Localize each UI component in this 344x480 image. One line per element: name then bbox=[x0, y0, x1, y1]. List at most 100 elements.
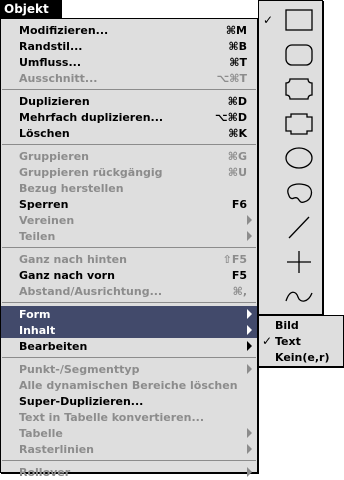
menu-item-rasterlinien: Rasterlinien bbox=[1, 441, 257, 457]
menu-item-label: Gruppieren rückgängig bbox=[19, 165, 163, 179]
menu-item-gruppieren: Gruppieren ⌘G bbox=[1, 148, 257, 164]
menu-item-form[interactable]: Form bbox=[1, 306, 257, 322]
menu-separator bbox=[2, 357, 256, 358]
shape-concave-rectangle[interactable] bbox=[259, 72, 322, 106]
form-shape-palette: ✓ bbox=[258, 0, 323, 315]
menu-item-sperren[interactable]: Sperren F6 bbox=[1, 196, 257, 212]
menu-item-abstand-ausrichtung: Abstand/Ausrichtung... ⌘, bbox=[1, 283, 257, 299]
menu-item-shortcut: ⌥⌘D bbox=[214, 110, 247, 124]
menu-item-shortcut: ⌥⌘T bbox=[216, 71, 247, 85]
menu-item-label: Alle dynamischen Bereiche löschen bbox=[19, 378, 238, 392]
objekt-menu: Modifizieren... ⌘M Randstil... ⌘B Umfluss...… bbox=[0, 18, 258, 479]
menu-item-label: Abstand/Ausrichtung... bbox=[19, 284, 163, 298]
menu-item-label: Inhalt bbox=[19, 323, 56, 337]
menu-item-label: Rasterlinien bbox=[19, 442, 95, 456]
submenu-arrow-icon bbox=[247, 467, 252, 477]
submenu-arrow-icon bbox=[247, 428, 252, 438]
menu-item-randstil[interactable]: Randstil... ⌘B bbox=[1, 38, 257, 54]
menu-item-ganz-nach-vorn[interactable]: Ganz nach vorn F5 bbox=[1, 267, 257, 283]
shape-bezier-line[interactable] bbox=[259, 279, 322, 313]
menu-item-mehrfach-duplizieren[interactable]: Mehrfach duplizieren... ⌥⌘D bbox=[1, 109, 257, 125]
menu-item-label: Randstil... bbox=[19, 39, 83, 53]
menu-item-super-duplizieren[interactable]: Super-Duplizieren... bbox=[1, 393, 257, 409]
menu-item-alle-dynamischen-bereiche-loeschen: Alle dynamischen Bereiche löschen bbox=[1, 377, 257, 393]
menu-item-loeschen[interactable]: Löschen ⌘K bbox=[1, 125, 257, 141]
shape-orthogonal-line[interactable] bbox=[259, 245, 322, 279]
menu-item-label: Text in Tabelle konvertieren... bbox=[19, 410, 204, 424]
menu-item-label: Modifizieren... bbox=[19, 23, 109, 37]
menu-item-punkt-segmenttyp: Punkt-/Segmenttyp bbox=[1, 361, 257, 377]
menu-item-shortcut: ⌘K bbox=[228, 126, 247, 140]
submenu-arrow-icon bbox=[247, 364, 252, 374]
shape-rounded-rectangle[interactable] bbox=[259, 38, 322, 72]
menu-item-label: Gruppieren bbox=[19, 149, 89, 163]
submenu-arrow-icon bbox=[247, 341, 252, 351]
menu-item-label: Ganz nach hinten bbox=[19, 252, 127, 266]
menu-item-label: Sperren bbox=[19, 197, 69, 211]
submenu-arrow-icon bbox=[247, 215, 252, 225]
shape-oval[interactable] bbox=[259, 141, 322, 175]
menu-item-label: Ganz nach vorn bbox=[19, 268, 115, 282]
menu-item-ganz-nach-hinten: Ganz nach hinten ⇧F5 bbox=[1, 251, 257, 267]
menu-title-objekt[interactable]: Objekt bbox=[0, 0, 62, 18]
submenu-arrow-icon bbox=[247, 309, 252, 319]
menu-item-label: Vereinen bbox=[19, 213, 75, 227]
shape-rectangle[interactable]: ✓ bbox=[259, 3, 322, 37]
menu-item-umfluss[interactable]: Umfluss... ⌘T bbox=[1, 54, 257, 70]
oval-icon bbox=[280, 143, 318, 173]
shape-freehand-shape[interactable] bbox=[259, 176, 322, 210]
menu-item-label: Duplizieren bbox=[19, 94, 90, 108]
menu-title-label: Objekt bbox=[4, 2, 49, 16]
beveled-rectangle-icon bbox=[280, 109, 318, 139]
menu-item-label: Bearbeiten bbox=[19, 339, 88, 353]
menu-item-inhalt[interactable]: Inhalt bbox=[1, 322, 257, 338]
shape-line[interactable] bbox=[259, 210, 322, 244]
freehand-shape-icon bbox=[280, 178, 318, 208]
menu-item-shortcut: ⌘T bbox=[229, 55, 247, 69]
menu-item-bezug-herstellen: Bezug herstellen bbox=[1, 180, 257, 196]
menu-item-duplizieren[interactable]: Duplizieren ⌘D bbox=[1, 93, 257, 109]
inhalt-option-label: Kein(e,r) bbox=[275, 350, 330, 364]
menu-item-bearbeiten[interactable]: Bearbeiten bbox=[1, 338, 257, 354]
menu-item-shortcut: ⌘, bbox=[232, 284, 247, 298]
inhalt-option-kein-e-r[interactable]: Kein(e,r) bbox=[259, 349, 343, 365]
menu-item-label: Rollover bbox=[19, 465, 71, 479]
menu-separator bbox=[2, 89, 256, 90]
menu-item-vereinen: Vereinen bbox=[1, 212, 257, 228]
menu-item-shortcut: F5 bbox=[231, 268, 247, 282]
submenu-arrow-icon bbox=[247, 325, 252, 335]
menu-item-label: Bezug herstellen bbox=[19, 181, 124, 195]
menu-separator bbox=[2, 144, 256, 145]
shape-beveled-rectangle[interactable] bbox=[259, 107, 322, 141]
menu-item-label: Löschen bbox=[19, 126, 70, 140]
menu-item-label: Ausschnitt... bbox=[19, 71, 98, 85]
rectangle-icon bbox=[280, 5, 318, 35]
menu-item-label: Teilen bbox=[19, 229, 56, 243]
menu-item-label: Super-Duplizieren... bbox=[19, 394, 144, 408]
rounded-rectangle-icon bbox=[280, 40, 318, 70]
checkmark-icon: ✓ bbox=[263, 13, 274, 27]
menu-item-label: Punkt-/Segmenttyp bbox=[19, 362, 140, 376]
menu-item-shortcut: F6 bbox=[231, 197, 247, 211]
menu-item-shortcut: ⌘M bbox=[225, 23, 247, 37]
menu-item-rollover: Rollover bbox=[1, 464, 257, 480]
menu-item-tabelle: Tabelle bbox=[1, 425, 257, 441]
menu-item-label: Form bbox=[19, 307, 51, 321]
inhalt-option-bild[interactable]: Bild bbox=[259, 317, 343, 333]
bezier-line-icon bbox=[280, 281, 318, 311]
menu-item-teilen: Teilen bbox=[1, 228, 257, 244]
menu-item-modifizieren[interactable]: Modifizieren... ⌘M bbox=[1, 22, 257, 38]
menu-item-label: Tabelle bbox=[19, 426, 63, 440]
orthogonal-line-icon bbox=[280, 247, 318, 277]
line-icon bbox=[280, 212, 318, 242]
menu-item-ausschnitt: Ausschnitt... ⌥⌘T bbox=[1, 70, 257, 86]
inhalt-option-label: Bild bbox=[275, 318, 299, 332]
menu-item-shortcut: ⌘U bbox=[227, 165, 247, 179]
menu-separator bbox=[2, 460, 256, 461]
menu-item-label: Mehrfach duplizieren... bbox=[19, 110, 164, 124]
submenu-arrow-icon bbox=[247, 444, 252, 454]
menu-separator bbox=[2, 247, 256, 248]
inhalt-option-label: Text bbox=[275, 334, 301, 348]
checkmark-icon: ✓ bbox=[262, 334, 273, 348]
inhalt-option-text[interactable]: ✓ Text bbox=[259, 333, 343, 349]
